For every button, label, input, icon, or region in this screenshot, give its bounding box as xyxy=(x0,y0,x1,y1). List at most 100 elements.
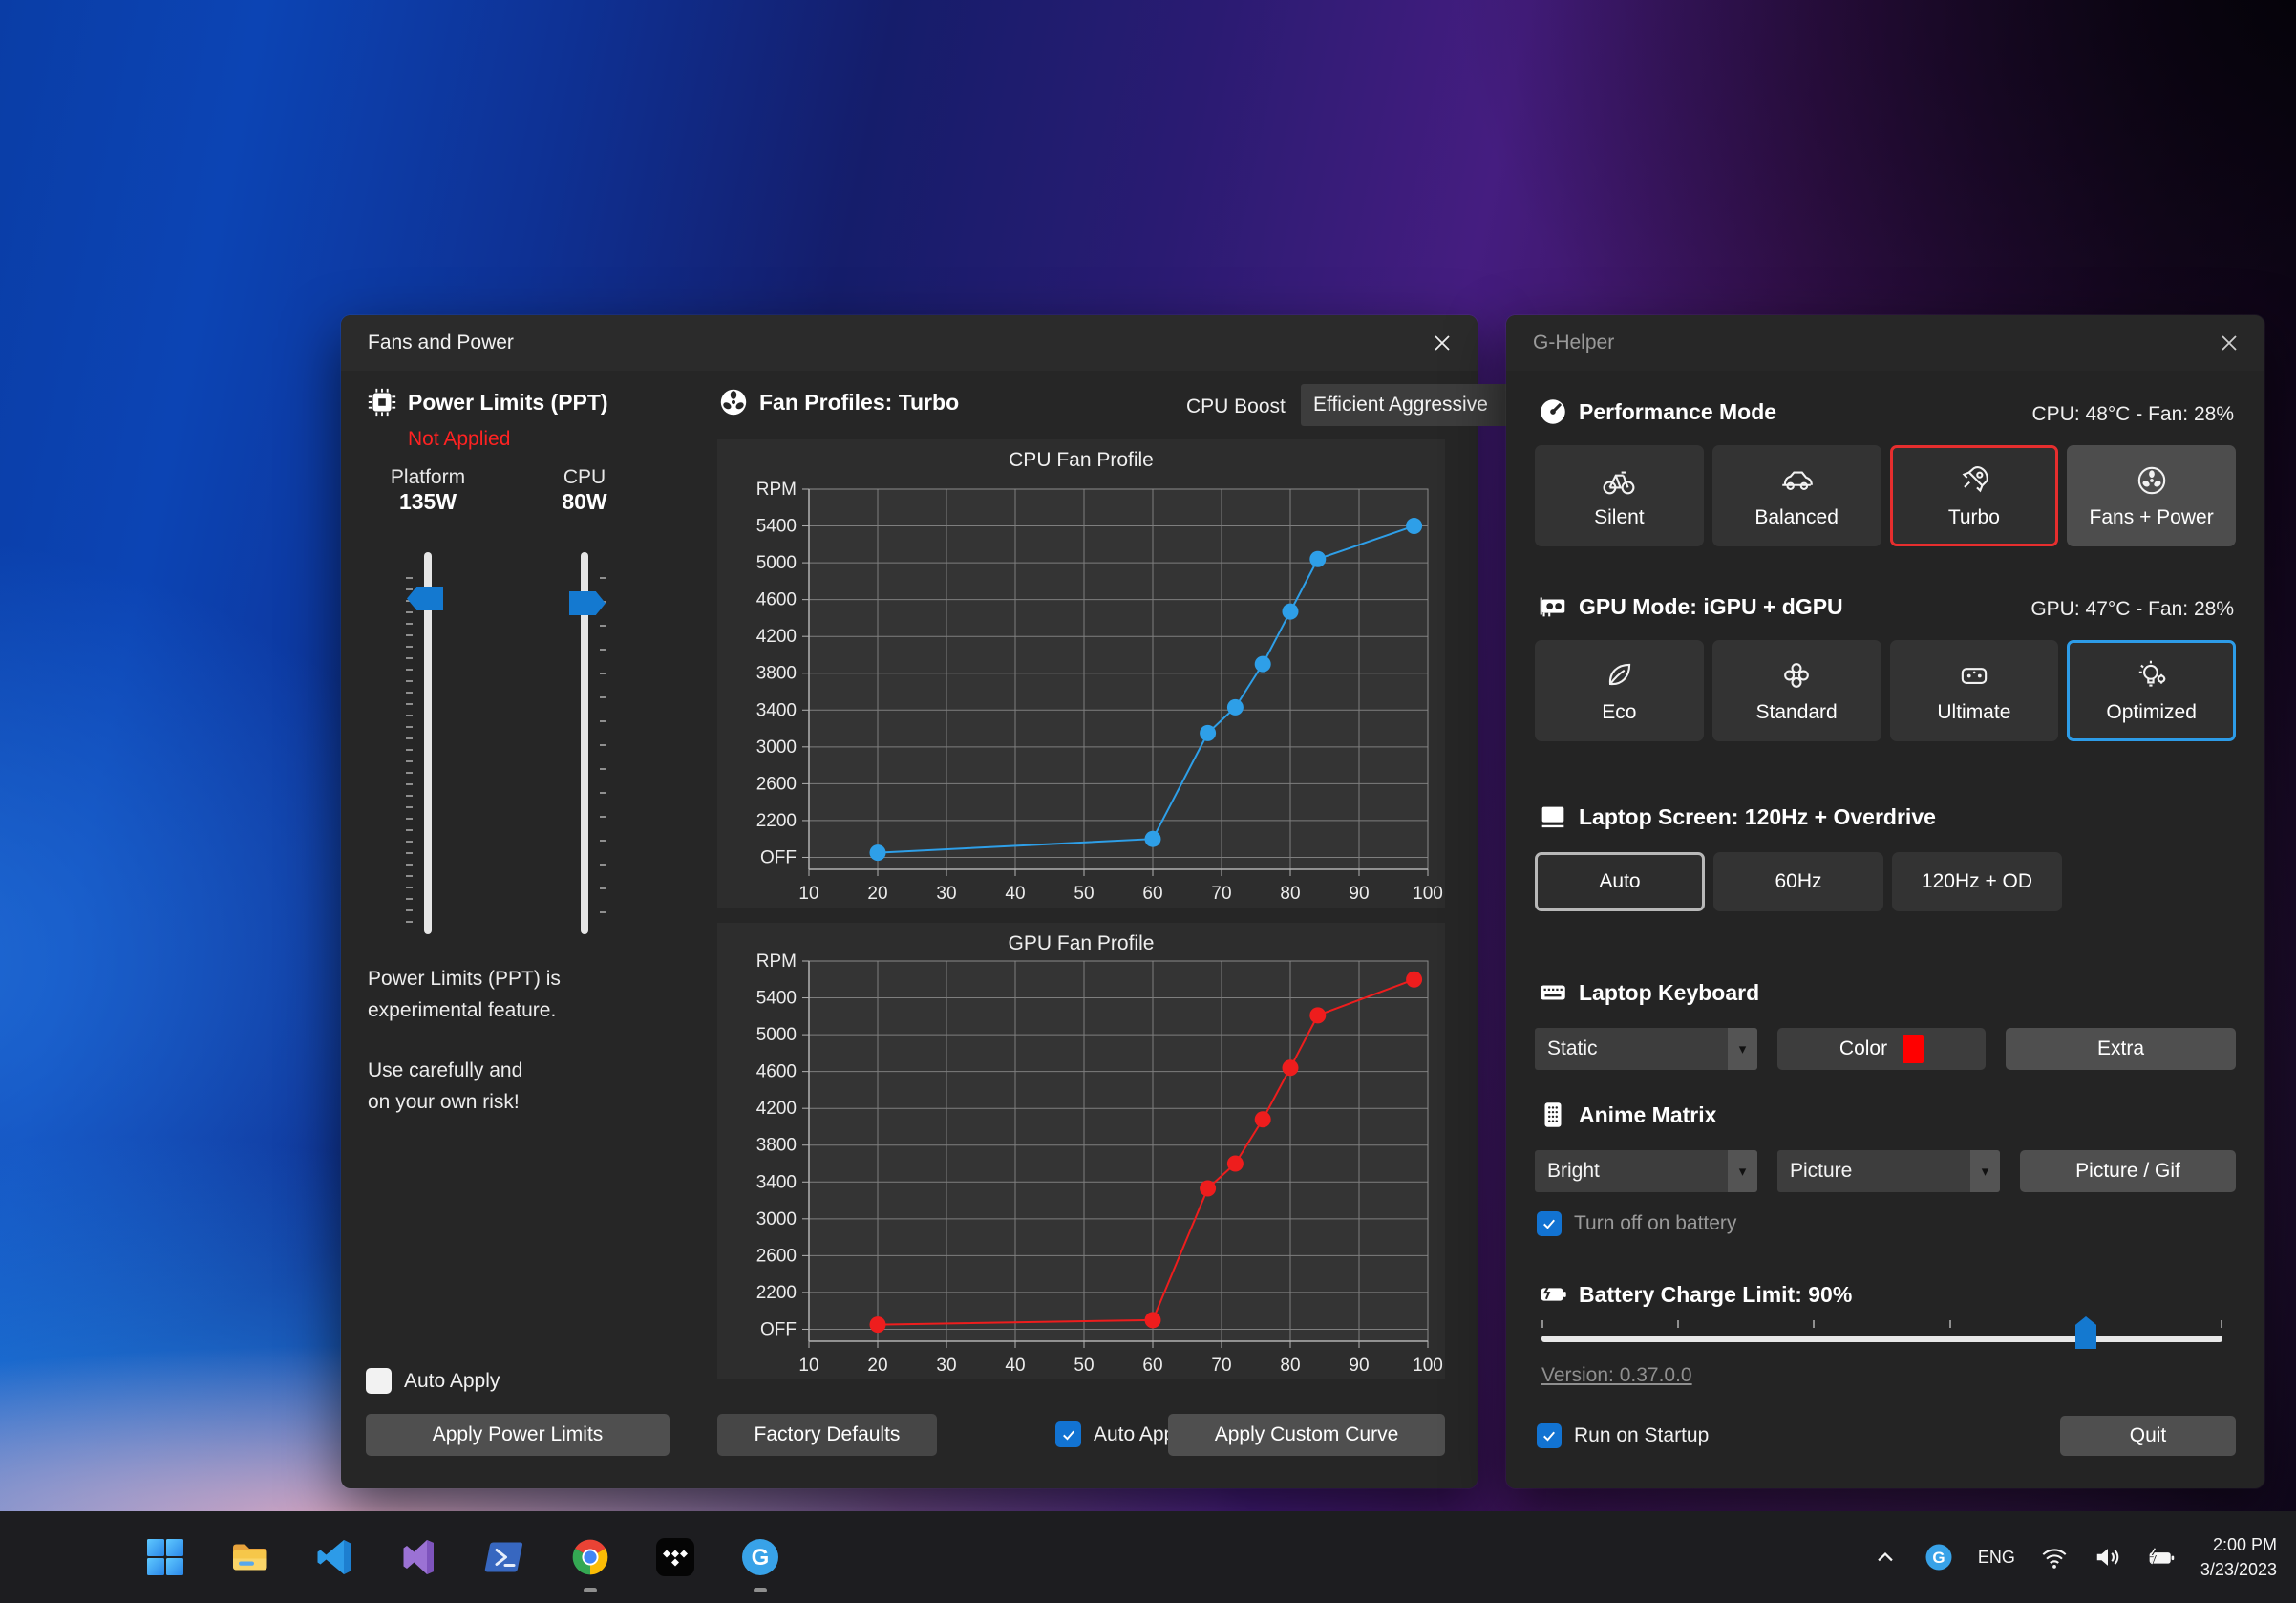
fans-window-titlebar[interactable]: Fans and Power xyxy=(341,315,1478,371)
close-icon[interactable] xyxy=(2201,321,2257,365)
gpu-temp-status: GPU: 47°C - Fan: 28% xyxy=(2030,598,2234,621)
svg-text:80: 80 xyxy=(1280,884,1300,904)
speedometer-icon xyxy=(1537,395,1569,428)
keyboard-extra-button[interactable]: Extra xyxy=(2006,1028,2236,1070)
check-icon xyxy=(1060,1426,1077,1443)
screen-button-60hz[interactable]: 60Hz xyxy=(1713,852,1883,911)
svg-text:G: G xyxy=(1932,1549,1945,1567)
picture-gif-button[interactable]: Picture / Gif xyxy=(2020,1150,2236,1192)
chevron-down-icon[interactable]: ▾ xyxy=(1728,1028,1757,1070)
fans-and-power-window: Fans and Power Power Limits (PPT) Not Ap… xyxy=(341,315,1478,1488)
powershell-icon[interactable] xyxy=(483,1535,527,1579)
svg-text:OFF: OFF xyxy=(760,847,797,867)
lightbulb-gear-icon xyxy=(2134,657,2170,694)
gpu-fan-curve-chart[interactable]: OFF220026003000340038004200460050005400R… xyxy=(717,953,1445,1378)
svg-text:30: 30 xyxy=(936,1356,956,1376)
matrix-icon xyxy=(1537,1099,1569,1131)
run-on-startup-checkbox[interactable] xyxy=(1537,1423,1562,1448)
cpu-limit-slider[interactable] xyxy=(513,552,656,934)
slider-ticks xyxy=(600,577,606,927)
svg-text:80: 80 xyxy=(1280,1356,1300,1376)
keyboard-controls-row: Static ▾ Color Extra xyxy=(1535,1028,2236,1070)
svg-text:3400: 3400 xyxy=(756,1172,797,1192)
svg-text:RPM: RPM xyxy=(756,953,797,972)
g-helper-icon[interactable]: G xyxy=(738,1535,782,1579)
cpu-chart-title: CPU Fan Profile xyxy=(717,439,1445,472)
anime-brightness-dropdown[interactable]: Bright ▾ xyxy=(1535,1150,1757,1192)
cpu-fan-curve-chart[interactable]: OFF220026003000340038004200460050005400R… xyxy=(717,481,1445,906)
gpu-button-ultimate[interactable]: Ultimate xyxy=(1890,640,2059,741)
chrome-icon[interactable] xyxy=(568,1535,612,1579)
power-limits-header: Power Limits (PPT) xyxy=(366,386,608,418)
tidal-icon[interactable] xyxy=(653,1535,697,1579)
mode-button-silent[interactable]: Silent xyxy=(1535,445,1704,546)
platform-limit-slider[interactable] xyxy=(356,552,500,934)
chevron-down-icon[interactable]: ▾ xyxy=(1970,1150,2000,1192)
gpu-chart-title: GPU Fan Profile xyxy=(717,923,1445,955)
gpu-card-icon xyxy=(1537,590,1569,623)
g-helper-tray-icon[interactable]: G xyxy=(1924,1543,1953,1571)
factory-defaults-button[interactable]: Factory Defaults xyxy=(717,1414,937,1456)
clock-time: 2:00 PM xyxy=(2200,1532,2277,1557)
gpu-button-standard[interactable]: Standard xyxy=(1712,640,1881,741)
svg-text:50: 50 xyxy=(1074,1356,1094,1376)
language-indicator[interactable]: ENG xyxy=(1978,1548,2015,1568)
fan-icon xyxy=(2134,462,2170,499)
speaker-icon[interactable] xyxy=(2094,1543,2122,1571)
auto-apply-label: Auto Apply xyxy=(404,1370,500,1393)
turn-off-on-battery-checkbox[interactable] xyxy=(1537,1211,1562,1236)
monitor-icon xyxy=(1537,801,1569,833)
version-link[interactable]: Version: 0.37.0.0 xyxy=(1541,1364,1692,1387)
power-auto-apply-row: Auto Apply xyxy=(366,1368,500,1394)
apply-custom-curve-button[interactable]: Apply Custom Curve xyxy=(1168,1414,1445,1456)
g-helper-window: G-Helper Performance Mode CPU: 48°C - Fa… xyxy=(1506,315,2264,1488)
auto-apply-checkbox[interactable] xyxy=(1055,1421,1081,1447)
color-swatch xyxy=(1903,1035,1924,1063)
screen-button-120hz-od[interactable]: 120Hz + OD xyxy=(1892,852,2062,911)
mode-button-turbo[interactable]: Turbo xyxy=(1890,445,2059,546)
svg-text:2200: 2200 xyxy=(756,1283,797,1303)
g-helper-titlebar[interactable]: G-Helper xyxy=(1506,315,2264,371)
tray-chevron-up-icon[interactable] xyxy=(1871,1543,1900,1571)
gpu-button-eco[interactable]: Eco xyxy=(1535,640,1704,741)
platform-limit-label: Platform 135W xyxy=(356,466,500,515)
gpu-button-optimized[interactable]: Optimized xyxy=(2067,640,2236,741)
taskbar-clock[interactable]: 2:00 PM 3/23/2023 xyxy=(2200,1532,2277,1582)
close-icon[interactable] xyxy=(1414,321,1470,365)
laptop-keyboard-title: Laptop Keyboard xyxy=(1579,980,1759,1006)
battery-slider-track[interactable] xyxy=(1541,1336,2222,1342)
screen-button-auto[interactable]: Auto xyxy=(1535,852,1705,911)
battery-icon xyxy=(1537,1278,1569,1311)
g-helper-window-title: G-Helper xyxy=(1533,331,1614,354)
svg-text:5000: 5000 xyxy=(756,1025,797,1045)
visual-studio-icon[interactable] xyxy=(398,1535,442,1579)
anime-mode-dropdown[interactable]: Picture ▾ xyxy=(1777,1150,2000,1192)
fan-profiles-title: Fan Profiles: Turbo xyxy=(759,390,959,416)
wifi-icon[interactable] xyxy=(2040,1543,2069,1571)
anime-brightness-value: Bright xyxy=(1535,1150,1728,1192)
clock-date: 3/23/2023 xyxy=(2200,1557,2277,1582)
mode-button-fans-power[interactable]: Fans + Power xyxy=(2067,445,2236,546)
chevron-down-icon[interactable]: ▾ xyxy=(1728,1150,1757,1192)
battery-charging-icon[interactable] xyxy=(2147,1543,2176,1571)
run-on-startup-label: Run on Startup xyxy=(1574,1424,1709,1447)
svg-text:5400: 5400 xyxy=(756,989,797,1009)
taskbar-apps: G xyxy=(143,1511,782,1603)
svg-text:100: 100 xyxy=(1413,884,1443,904)
mode-button-balanced[interactable]: Balanced xyxy=(1712,445,1881,546)
auto-apply-checkbox[interactable] xyxy=(366,1368,392,1394)
quit-button[interactable]: Quit xyxy=(2060,1416,2236,1456)
start-button-icon[interactable] xyxy=(143,1535,187,1579)
keyboard-color-button[interactable]: Color xyxy=(1777,1028,1986,1070)
battery-limit-header: Battery Charge Limit: 90% xyxy=(1537,1278,1852,1311)
power-limits-note: Power Limits (PPT) is experimental featu… xyxy=(368,963,561,1118)
svg-text:G: G xyxy=(752,1545,770,1571)
fan-icon xyxy=(717,386,750,418)
apply-power-limits-button[interactable]: Apply Power Limits xyxy=(366,1414,670,1456)
file-explorer-icon[interactable] xyxy=(228,1535,272,1579)
anime-matrix-title: Anime Matrix xyxy=(1579,1102,1716,1128)
keyboard-mode-dropdown[interactable]: Static ▾ xyxy=(1535,1028,1757,1070)
power-limits-status: Not Applied xyxy=(408,428,510,451)
vscode-icon[interactable] xyxy=(313,1535,357,1579)
svg-text:60: 60 xyxy=(1142,1356,1162,1376)
